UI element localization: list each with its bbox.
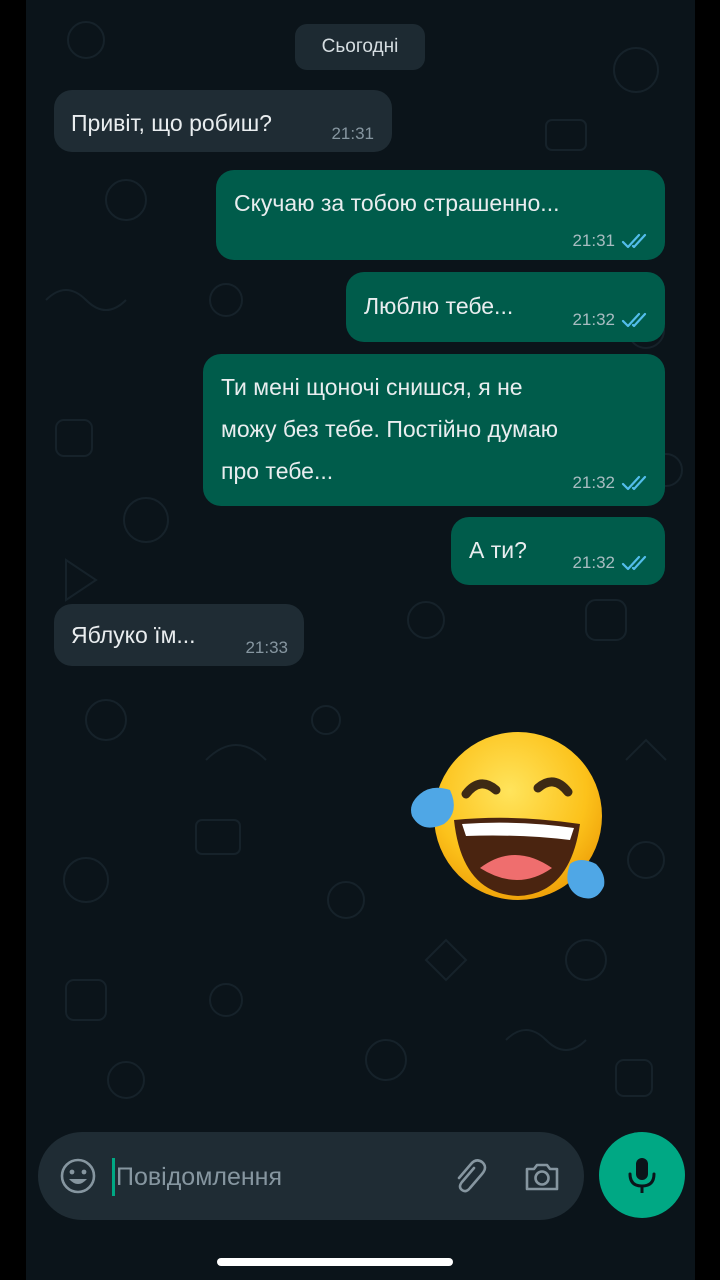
date-divider-label: Сьогодні — [321, 36, 399, 57]
date-divider: Сьогодні — [295, 24, 425, 70]
laughing-tears-emoji-icon — [411, 732, 605, 900]
message-meta: 21:32 — [572, 473, 651, 493]
chat-screen: Сьогодні Привіт, що робиш? 21:31 Скучаю … — [26, 0, 695, 1280]
home-indicator[interactable] — [217, 1258, 453, 1266]
message-meta: 21:33 — [245, 638, 288, 658]
message-meta: 21:31 — [331, 124, 374, 144]
message-meta: 21:32 — [572, 310, 651, 330]
message-outgoing[interactable]: Ти мені щоночі снишся, я не можу без теб… — [203, 354, 665, 506]
message-time: 21:33 — [245, 638, 288, 657]
message-text: Привіт, що робиш? — [71, 110, 272, 136]
message-incoming[interactable]: Яблуко їм... 21:33 — [54, 604, 304, 666]
message-time: 21:32 — [572, 310, 615, 329]
camera-icon[interactable] — [522, 1156, 562, 1196]
message-time: 21:32 — [572, 473, 615, 492]
message-meta: 21:32 — [572, 553, 651, 573]
double-check-icon — [621, 475, 647, 491]
message-text: Скучаю за тобою страшенно... — [234, 190, 560, 216]
message-line: про тебе... — [221, 458, 334, 484]
message-time: 21:31 — [572, 231, 615, 250]
double-check-icon — [621, 555, 647, 571]
message-input[interactable] — [116, 1156, 446, 1198]
paperclip-icon[interactable] — [448, 1156, 488, 1196]
message-line: Ти мені щоночі снишся, я не — [221, 374, 523, 400]
message-text: Люблю тебе... — [364, 293, 514, 319]
message-time: 21:31 — [331, 124, 374, 143]
message-outgoing[interactable]: А ти? 21:32 — [451, 517, 665, 585]
message-line: можу без тебе. Постійно думаю — [221, 416, 559, 442]
message-meta: 21:31 — [572, 231, 651, 251]
message-outgoing[interactable]: Люблю тебе... 21:32 — [346, 272, 665, 342]
smiley-icon[interactable] — [58, 1156, 98, 1196]
double-check-icon — [621, 233, 647, 249]
message-outgoing[interactable]: Скучаю за тобою страшенно... 21:31 — [216, 170, 665, 260]
voice-message-button[interactable] — [599, 1132, 685, 1218]
message-text: Яблуко їм... — [71, 622, 196, 648]
message-text: А ти? — [469, 537, 527, 563]
message-text: Ти мені щоночі снишся, я не можу без теб… — [221, 366, 558, 492]
message-time: 21:32 — [572, 553, 615, 572]
microphone-icon — [628, 1158, 656, 1193]
text-cursor — [112, 1158, 115, 1196]
message-composer — [38, 1132, 584, 1220]
double-check-icon — [621, 312, 647, 328]
message-incoming[interactable]: Привіт, що робиш? 21:31 — [54, 90, 392, 152]
